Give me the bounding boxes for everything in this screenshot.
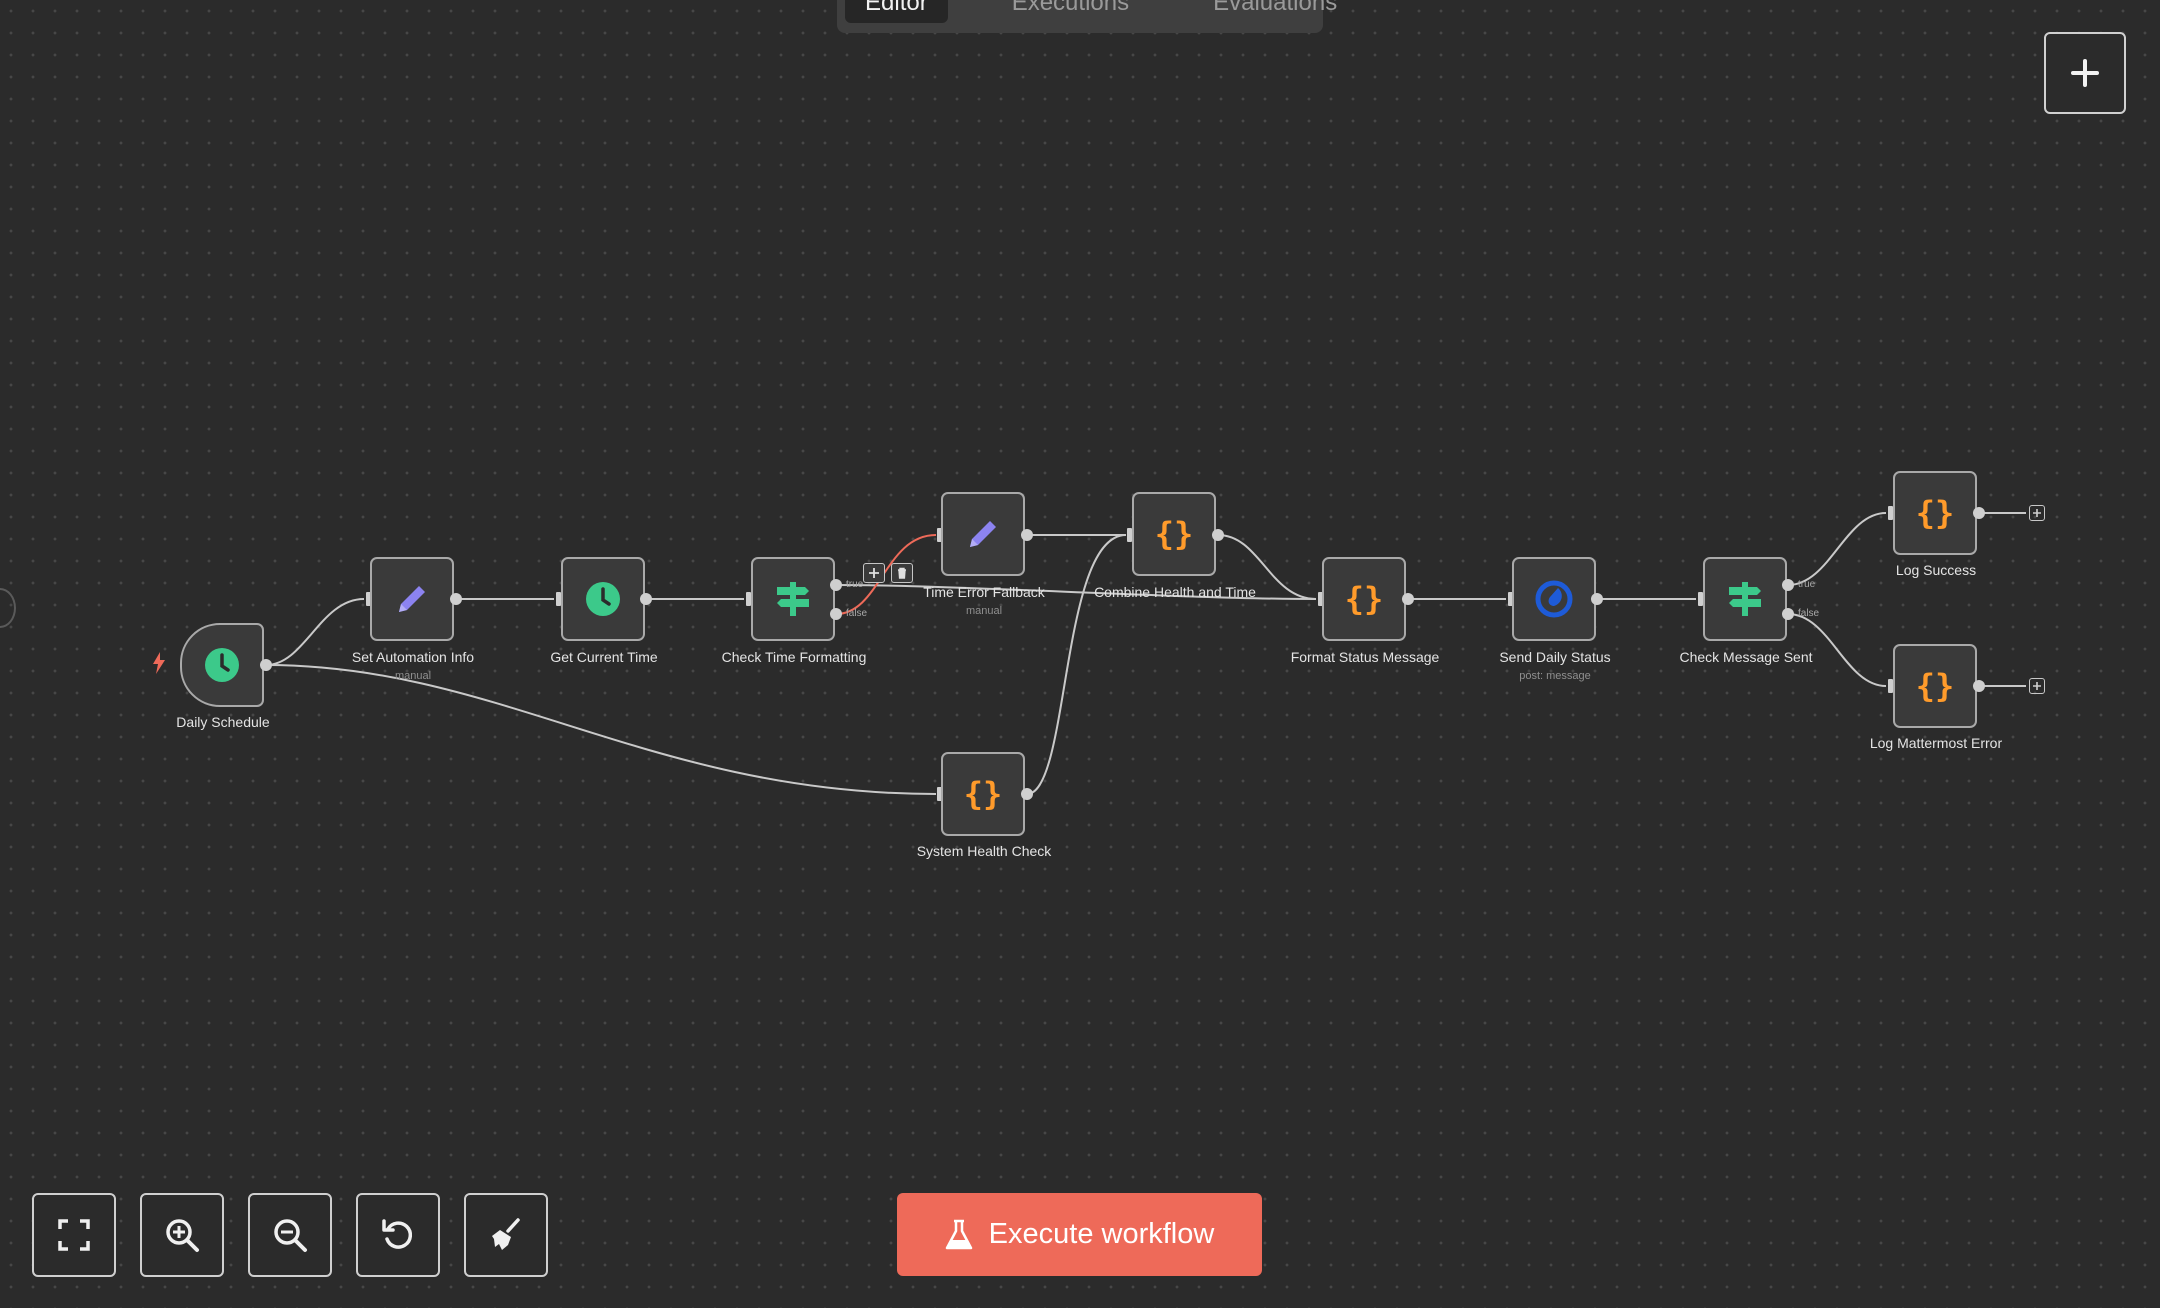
- code-braces-icon: {}: [1915, 667, 1955, 705]
- zoom-in-icon: [166, 1219, 199, 1252]
- output-false-handle[interactable]: [830, 608, 842, 620]
- edge-add-node-button[interactable]: [863, 563, 885, 583]
- node-label: Log Mattermost Error: [1869, 735, 2003, 751]
- node-system-health-check[interactable]: {}: [941, 752, 1025, 836]
- output-handle[interactable]: [450, 593, 462, 605]
- edge-health-to-combine: [1026, 534, 1127, 795]
- zoom-in-button[interactable]: [140, 1193, 224, 1277]
- output-handle[interactable]: [640, 593, 652, 605]
- tidy-up-button[interactable]: [464, 1193, 548, 1277]
- execute-workflow-button[interactable]: Execute workflow: [897, 1193, 1262, 1276]
- output-true-label: true: [1798, 579, 1816, 590]
- edge-delete-button[interactable]: [891, 563, 913, 583]
- node-daily-schedule[interactable]: [180, 623, 264, 707]
- node-time-error-fallback[interactable]: [941, 492, 1025, 576]
- output-handle[interactable]: [1212, 529, 1224, 541]
- node-subtitle: post: message: [1519, 670, 1591, 682]
- clock-icon: [205, 648, 239, 682]
- output-handle[interactable]: [1021, 788, 1033, 800]
- output-handle[interactable]: [1591, 593, 1603, 605]
- trash-icon: [898, 567, 906, 579]
- node-set-automation-info[interactable]: [370, 557, 454, 641]
- node-label: Log Success: [1895, 562, 1977, 578]
- node-log-success[interactable]: {}: [1893, 471, 1977, 555]
- add-next-node-button[interactable]: [2029, 505, 2045, 521]
- node-check-message-sent[interactable]: [1703, 557, 1787, 641]
- output-false-label: false: [1798, 608, 1820, 619]
- trigger-bolt-icon: [153, 652, 165, 674]
- tab-evaluations[interactable]: Evaluations: [1193, 0, 1357, 23]
- zoom-out-icon: [274, 1219, 307, 1252]
- broom-icon: [492, 1218, 520, 1250]
- clock-icon: [586, 582, 620, 616]
- node-send-daily-status[interactable]: [1512, 557, 1596, 641]
- edge-schedule-to-health-check: [265, 664, 937, 795]
- fit-view-button[interactable]: [32, 1193, 116, 1277]
- output-handle[interactable]: [1021, 529, 1033, 541]
- view-tabs: Editor Executions Evaluations: [837, 0, 1337, 33]
- mattermost-icon: [1535, 580, 1573, 618]
- node-subtitle: manual: [965, 605, 1003, 617]
- output-true-handle[interactable]: [1782, 579, 1794, 591]
- code-braces-icon: {}: [1915, 494, 1955, 532]
- output-handle[interactable]: [1973, 680, 1985, 692]
- flask-icon: [945, 1219, 972, 1249]
- output-false-label: false: [846, 608, 868, 619]
- output-handle[interactable]: [1973, 507, 1985, 519]
- pencil-icon: [970, 521, 996, 547]
- node-label: Check Time Formatting: [721, 649, 867, 665]
- node-combine-health-and-time[interactable]: {}: [1132, 492, 1216, 576]
- tab-executions[interactable]: Executions: [992, 0, 1149, 23]
- zoom-out-button[interactable]: [248, 1193, 332, 1277]
- output-handle[interactable]: [260, 659, 272, 671]
- add-next-node-button[interactable]: [2029, 678, 2045, 694]
- output-false-handle[interactable]: [1782, 608, 1794, 620]
- tab-editor[interactable]: Editor: [845, 0, 948, 23]
- code-braces-icon: {}: [963, 775, 1003, 813]
- code-braces-icon: {}: [1344, 580, 1384, 618]
- node-label: Combine Health and Time: [1094, 584, 1256, 600]
- code-braces-icon: {}: [1154, 515, 1194, 553]
- node-subtitle: manual: [394, 670, 432, 682]
- node-check-time-formatting[interactable]: [751, 557, 835, 641]
- if-signpost-icon: [1729, 582, 1761, 616]
- node-label: System Health Check: [916, 843, 1052, 859]
- node-format-status-message[interactable]: {}: [1322, 557, 1406, 641]
- output-true-handle[interactable]: [830, 579, 842, 591]
- reset-zoom-button[interactable]: [356, 1193, 440, 1277]
- edge-toolbar: [863, 563, 913, 583]
- pencil-icon: [399, 586, 425, 612]
- execute-workflow-label: Execute workflow: [988, 1218, 1215, 1250]
- plus-icon: [2033, 509, 2041, 517]
- node-label: Check Message Sent: [1679, 649, 1813, 665]
- if-signpost-icon: [777, 582, 809, 616]
- output-handle[interactable]: [1402, 593, 1414, 605]
- undo-icon: [382, 1219, 413, 1249]
- expand-icon: [58, 1219, 90, 1251]
- node-log-mattermost-error[interactable]: {}: [1893, 644, 1977, 728]
- node-label: Daily Schedule: [176, 714, 270, 730]
- plus-icon: [2071, 59, 2099, 87]
- plus-icon: [2033, 682, 2041, 690]
- plus-icon: [869, 568, 879, 578]
- node-get-current-time[interactable]: [561, 557, 645, 641]
- add-node-button[interactable]: [2044, 32, 2126, 114]
